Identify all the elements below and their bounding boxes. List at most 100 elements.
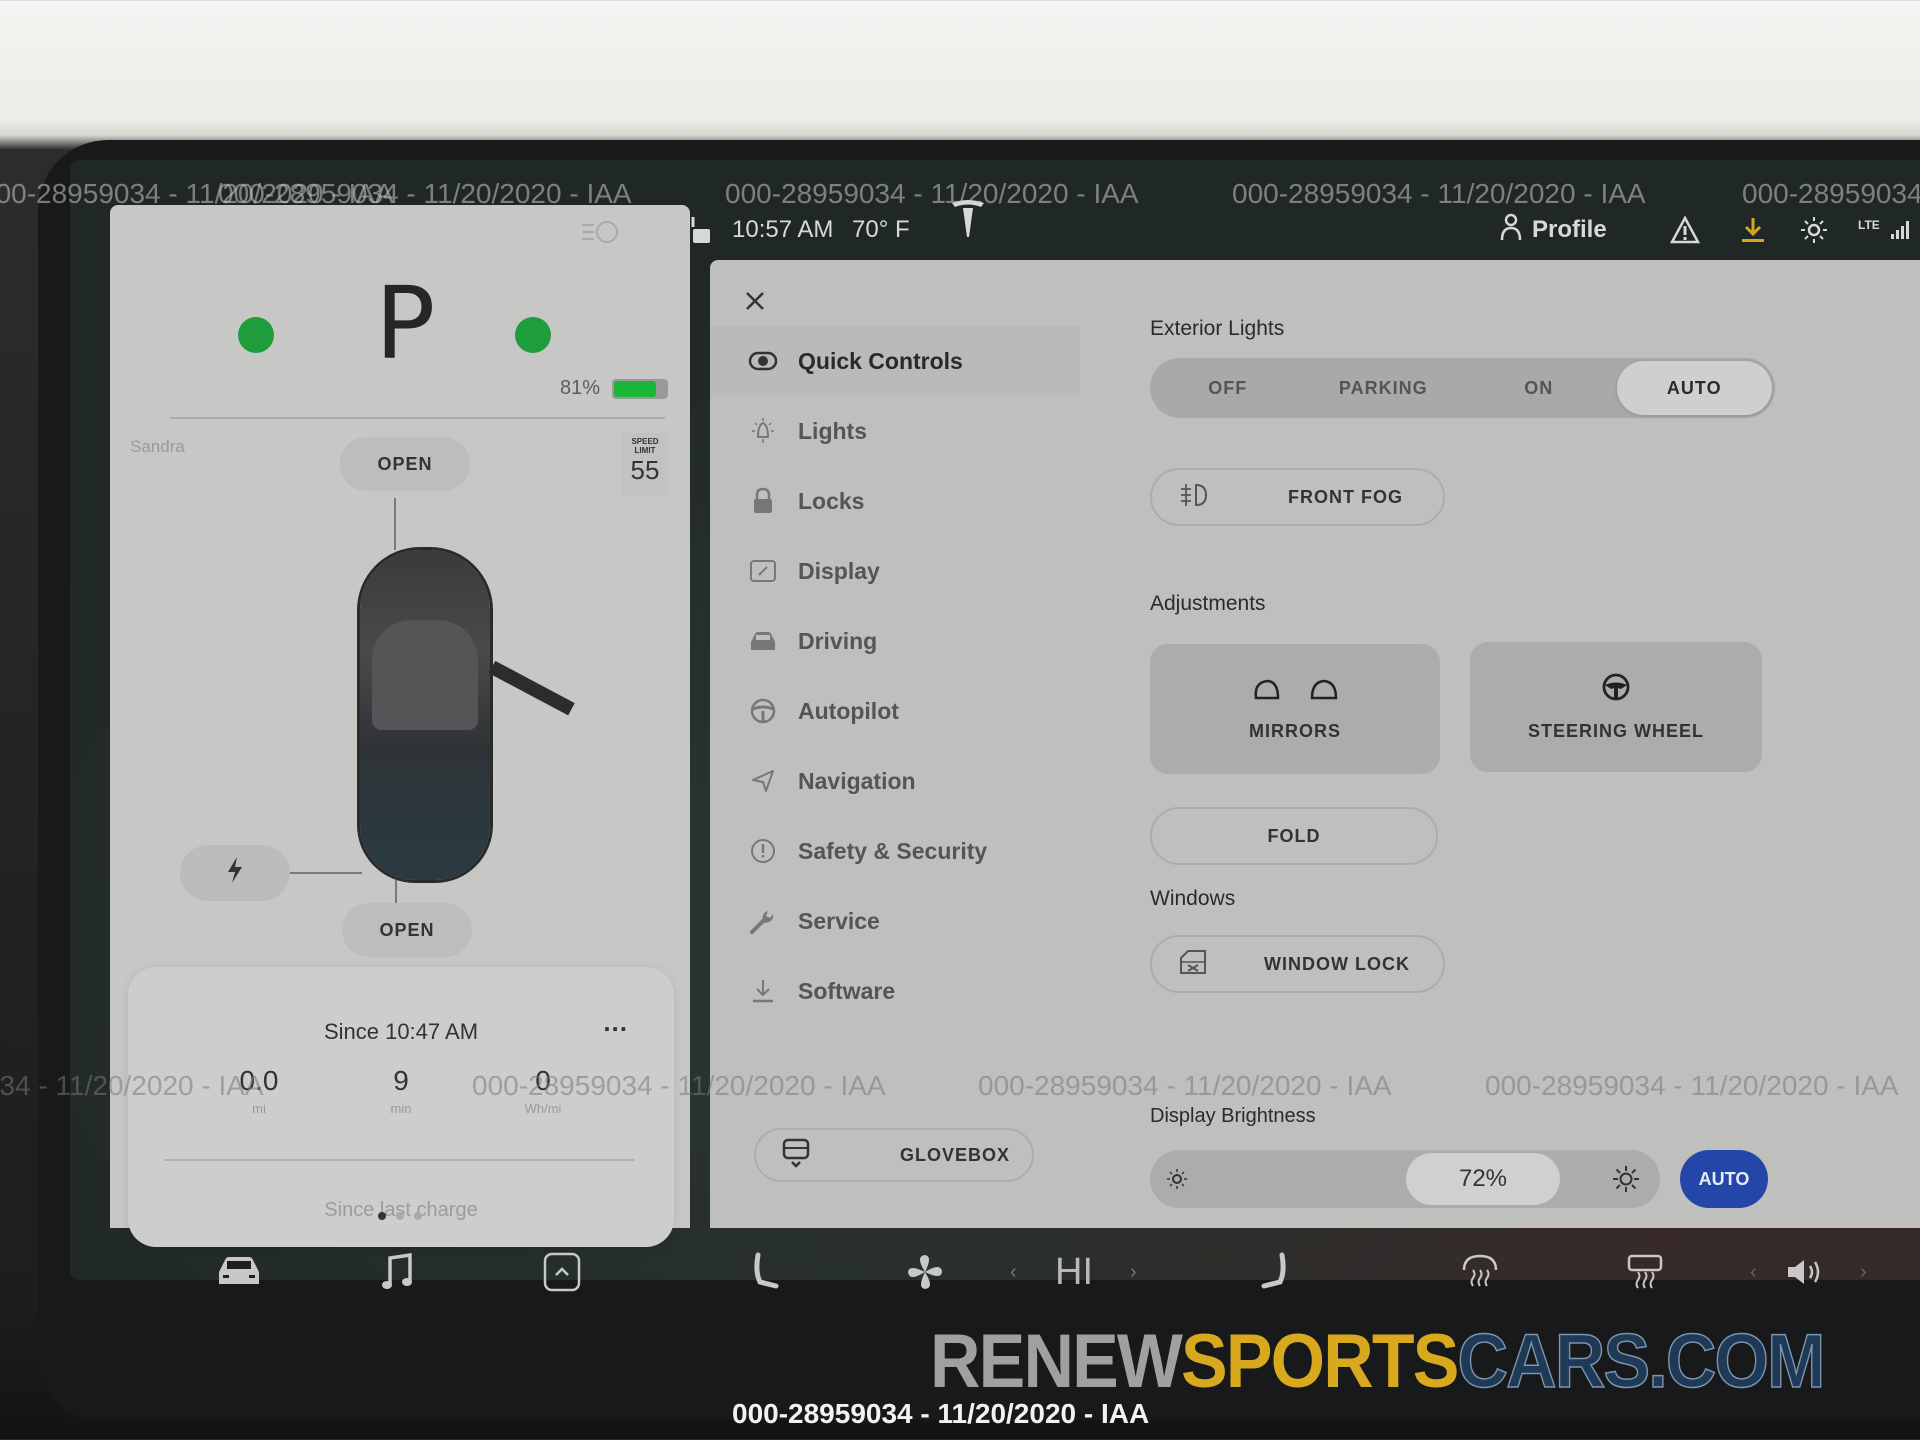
music-icon[interactable] [380, 1250, 416, 1294]
dashcam-icon[interactable] [1800, 216, 1828, 244]
profile-button[interactable]: Profile [1500, 213, 1607, 248]
front-fog-label: FRONT FOG [1288, 486, 1403, 507]
nav-item-autopilot[interactable]: Autopilot [710, 676, 1080, 746]
front-defrost-icon[interactable] [1460, 1250, 1500, 1294]
unlock-icon[interactable] [690, 215, 712, 245]
steering-wheel-button[interactable]: STEERING WHEEL [1470, 642, 1762, 772]
bulb-icon [748, 416, 778, 446]
mirrors-label: MIRRORS [1249, 721, 1341, 741]
brand-part-renew: RENEW [930, 1319, 1183, 1404]
nav-label: Quick Controls [798, 347, 963, 374]
status-bar: 10:57 AM 70° F Profile LTE [690, 200, 1920, 255]
car-icon [748, 626, 778, 656]
exterior-lights-selector: OFF PARKING ON AUTO [1150, 358, 1775, 418]
nav-label: Autopilot [798, 697, 899, 724]
pager-dot[interactable] [414, 1212, 422, 1220]
temp-up-chevron-icon[interactable]: › [1130, 1250, 1137, 1294]
battery-fill [614, 380, 656, 397]
navigation-arrow-icon [748, 766, 778, 796]
bottom-dock: ‹ HI › ‹ › [70, 1230, 1920, 1320]
pager-dot[interactable] [396, 1212, 404, 1220]
touchscreen: 10:57 AM 70° F Profile LTE P 81% Sandra … [70, 160, 1920, 1280]
rear-defrost-icon[interactable] [1625, 1250, 1665, 1294]
nav-item-software[interactable]: Software [710, 956, 1080, 1026]
pager-dot[interactable] [378, 1212, 386, 1220]
open-trunk-label: OPEN [379, 919, 435, 940]
fan-icon[interactable] [905, 1250, 945, 1294]
close-button[interactable] [735, 280, 775, 320]
car-icon[interactable] [215, 1250, 263, 1294]
charge-port-button[interactable] [180, 845, 290, 901]
display-brightness-title: Display Brightness [1150, 1105, 1316, 1127]
nav-label: Software [798, 977, 896, 1004]
brand-part-sports: SPORTS [1181, 1319, 1459, 1404]
signal-icon [1890, 218, 1912, 243]
mirrors-button[interactable]: MIRRORS [1150, 644, 1440, 774]
driver-profile-name: Sandra [130, 437, 185, 456]
display-icon [748, 556, 778, 586]
car-top-view[interactable] [360, 550, 490, 880]
fold-mirrors-button[interactable]: FOLD [1150, 807, 1438, 865]
more-options-button[interactable]: ... [603, 1007, 628, 1038]
temp-down-chevron-icon[interactable]: ‹ [1010, 1250, 1017, 1294]
lights-option-on[interactable]: ON [1461, 378, 1617, 399]
open-frunk-button[interactable]: OPEN [340, 437, 470, 491]
lightning-icon [225, 856, 245, 891]
brightness-slider-thumb[interactable]: 72% [1406, 1153, 1560, 1205]
nav-item-service[interactable]: Service [710, 886, 1080, 956]
nav-item-safety-security[interactable]: Safety & Security [710, 816, 1080, 886]
steering-wheel-label: STEERING WHEEL [1527, 721, 1704, 741]
alert-circle-icon [748, 836, 778, 866]
person-icon [1500, 213, 1522, 248]
trip-title: Since 10:47 AM [323, 1019, 479, 1044]
left-indicator-green-icon [238, 317, 274, 353]
exterior-lights-title: Exterior Lights [1150, 317, 1285, 340]
app-launcher-icon[interactable] [542, 1250, 582, 1294]
mirrors-icon [1250, 676, 1340, 707]
nav-item-quick-controls[interactable]: Quick Controls [710, 326, 1080, 396]
nav-item-lights[interactable]: Lights [710, 396, 1080, 466]
nav-item-driving[interactable]: Driving [710, 606, 1080, 676]
open-trunk-button[interactable]: OPEN [342, 903, 472, 957]
watermark-text: 000-28959034 - 11/20/2020 - IAA [725, 178, 1139, 209]
watermark-text: 000-28959034 - 11/20/2020 - IAA [472, 1070, 886, 1101]
volume-icon[interactable] [1785, 1250, 1825, 1294]
nav-label: Service [798, 907, 880, 934]
adjustments-title: Adjustments [1150, 592, 1266, 615]
glovebox-button[interactable]: GLOVEBOX [754, 1128, 1034, 1182]
lights-option-parking[interactable]: PARKING [1306, 378, 1462, 399]
windows-title: Windows [1150, 887, 1236, 910]
nav-item-display[interactable]: Display [710, 536, 1080, 606]
warning-icon[interactable] [1670, 216, 1700, 244]
speed-limit-label: SPEED LIMIT [631, 437, 659, 455]
brightness-auto-button[interactable]: AUTO [1680, 1150, 1768, 1208]
profile-label: Profile [1532, 216, 1607, 243]
window-lock-button[interactable]: WINDOW LOCK [1150, 935, 1445, 993]
volume-up-chevron-icon[interactable]: › [1860, 1250, 1867, 1294]
clock: 10:57 AM [732, 216, 834, 243]
nav-item-locks[interactable]: Locks [710, 466, 1080, 536]
battery-icon [612, 378, 668, 399]
divider [170, 417, 665, 419]
open-door-indicator [488, 660, 575, 716]
volume-down-chevron-icon[interactable]: ‹ [1750, 1250, 1757, 1294]
climate-temperature[interactable]: HI [1055, 1250, 1093, 1294]
window-lock-label: WINDOW LOCK [1264, 953, 1410, 974]
brightness-low-icon [1166, 1168, 1188, 1195]
trip-card[interactable]: Since 10:47 AM ... 0.0 mi 9 min 0 Wh/mi … [128, 967, 674, 1247]
passenger-seat-heat-icon[interactable] [1260, 1250, 1290, 1294]
network-label: LTE [1858, 217, 1880, 232]
nav-label: Driving [798, 627, 878, 654]
display-brightness-slider[interactable]: 72% [1150, 1150, 1660, 1208]
front-fog-button[interactable]: FRONT FOG [1150, 468, 1445, 526]
car-roof [372, 620, 478, 730]
trip-energy-unit: Wh/mi [524, 1101, 562, 1116]
wrench-icon [748, 906, 778, 936]
driver-seat-heat-icon[interactable] [750, 1250, 780, 1294]
steering-wheel-icon [748, 696, 778, 726]
lights-option-off[interactable]: OFF [1150, 378, 1306, 399]
software-update-download-icon[interactable] [1740, 216, 1766, 244]
nav-item-navigation[interactable]: Navigation [710, 746, 1080, 816]
lights-option-auto[interactable]: AUTO [1616, 361, 1772, 415]
trip-divider [164, 1159, 634, 1161]
